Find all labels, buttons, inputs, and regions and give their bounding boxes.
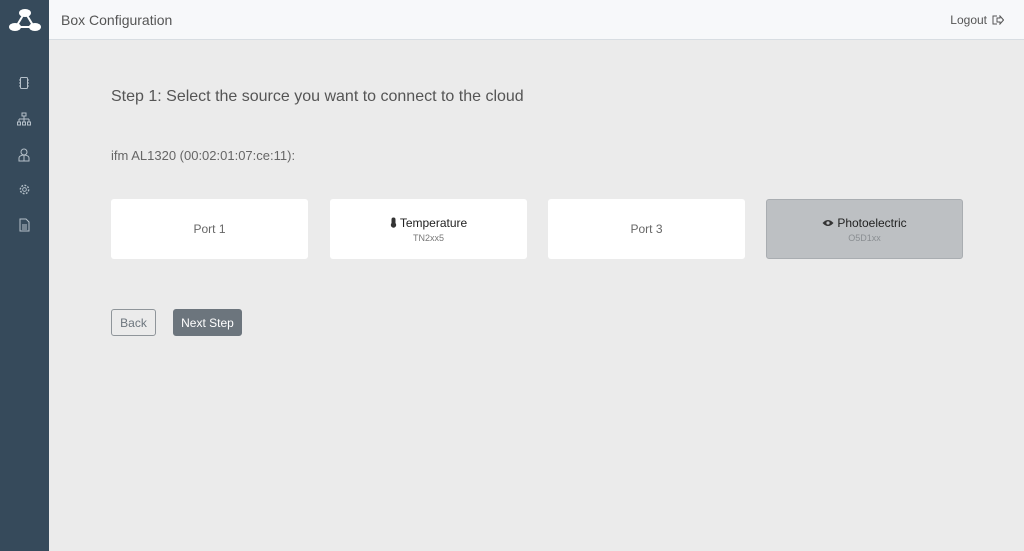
logout-icon xyxy=(992,15,1004,25)
sidebar-item-users[interactable] xyxy=(14,145,34,165)
sidebar-item-network[interactable] xyxy=(14,109,34,129)
chip-icon xyxy=(19,77,29,89)
users-icon xyxy=(18,148,30,162)
network-icon xyxy=(17,112,31,126)
gear-icon xyxy=(19,184,29,194)
header: Box Configuration Logout xyxy=(49,0,1024,40)
cloud-network-logo-icon xyxy=(8,9,41,31)
sidebar xyxy=(0,0,49,551)
sidebar-item-documents[interactable] xyxy=(14,215,34,235)
document-icon xyxy=(19,218,29,232)
logout-button[interactable]: Logout xyxy=(950,13,1004,27)
device-label: ifm AL1320 (00:02:01:07:ce:11): xyxy=(111,148,296,163)
sidebar-item-settings[interactable] xyxy=(14,179,34,199)
port-card-2[interactable]: Temperature TN2xx5 xyxy=(330,199,527,259)
eye-icon xyxy=(822,219,834,226)
port-sublabel: O5D1xx xyxy=(848,232,881,243)
next-step-button[interactable]: Next Step xyxy=(173,309,242,336)
logo[interactable] xyxy=(0,0,49,40)
back-button[interactable]: Back xyxy=(111,309,156,336)
port-label: Port 3 xyxy=(630,222,663,236)
port-card-1[interactable]: Port 1 xyxy=(111,199,308,259)
sidebar-item-devices[interactable] xyxy=(14,73,34,93)
step-title: Step 1: Select the source you want to co… xyxy=(111,88,524,105)
port-label: Photoelectric xyxy=(837,215,907,230)
port-card-3[interactable]: Port 3 xyxy=(548,199,745,259)
port-label: Port 1 xyxy=(193,222,226,236)
logout-label: Logout xyxy=(950,13,987,27)
page-title: Box Configuration xyxy=(61,12,173,28)
port-card-4[interactable]: Photoelectric O5D1xx xyxy=(766,199,963,259)
port-sublabel: TN2xx5 xyxy=(412,232,444,243)
port-label: Temperature xyxy=(399,215,468,230)
thermometer-icon xyxy=(390,217,397,228)
